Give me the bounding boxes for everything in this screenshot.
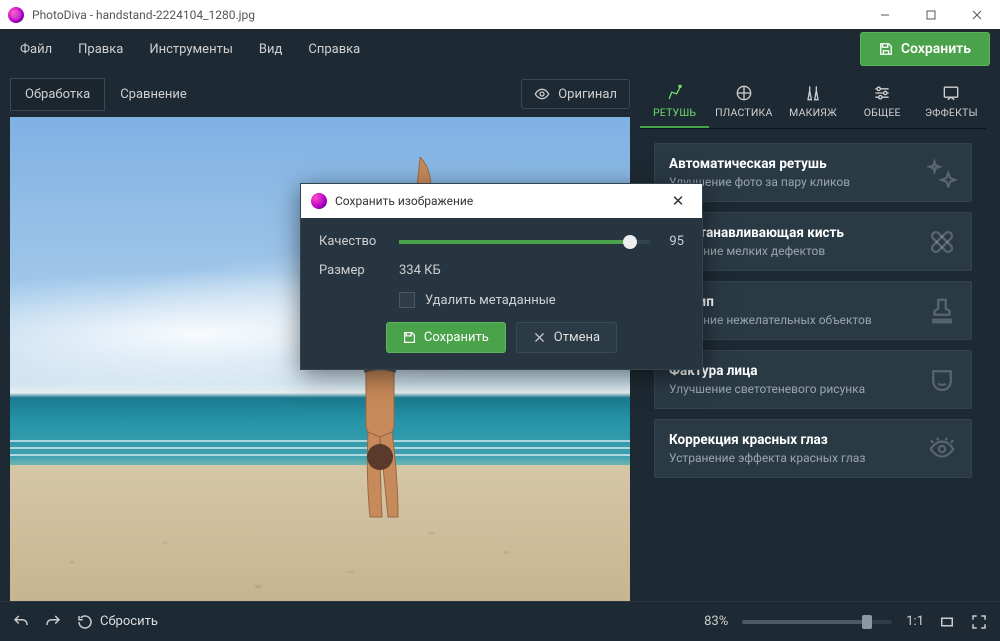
tooltab-makeup[interactable]: МАКИЯЖ <box>778 73 847 128</box>
card-subtitle: Удаление мелких дефектов <box>669 244 957 258</box>
dialog-save-label: Сохранить <box>424 330 489 345</box>
card-title: Автоматическая ретушь <box>669 156 957 172</box>
strip-metadata-label: Удалить метаданные <box>425 293 556 308</box>
titlebar: PhotoDiva - handstand-2224104_1280.jpg <box>0 0 1000 29</box>
retouch-icon <box>665 83 685 103</box>
card-title: Штамп <box>669 294 957 310</box>
card-subtitle: Улучшение светотеневого рисунка <box>669 382 957 396</box>
save-icon <box>403 331 416 344</box>
app-logo-icon <box>311 193 327 209</box>
zoom-one-to-one[interactable]: 1:1 <box>906 614 924 629</box>
card-subtitle: Улучшение фото за пару кликов <box>669 175 957 189</box>
menu-edit[interactable]: Правка <box>68 36 133 63</box>
save-button-label: Сохранить <box>901 41 971 57</box>
dialog-cancel-button[interactable]: Отмена <box>516 322 617 353</box>
fit-button[interactable] <box>938 613 956 631</box>
menu-help[interactable]: Справка <box>298 36 370 63</box>
zoom-percent: 83% <box>704 614 728 629</box>
redo-button[interactable] <box>44 613 62 631</box>
fit-icon <box>938 613 956 631</box>
eye-icon <box>534 86 550 102</box>
undo-button[interactable] <box>12 613 30 631</box>
fullscreen-icon <box>970 613 988 631</box>
tooltab-general[interactable]: ОБЩЕЕ <box>848 73 917 128</box>
view-tabs: Обработка Сравнение Оригинал <box>10 77 630 111</box>
original-toggle[interactable]: Оригинал <box>521 79 630 109</box>
fullscreen-button[interactable] <box>970 613 988 631</box>
sliders-icon <box>872 83 892 103</box>
tooltab-label: ПЛАСТИКА <box>715 106 772 119</box>
strip-metadata-checkbox[interactable] <box>399 292 415 308</box>
card-subtitle: Удаление нежелательных объектов <box>669 313 957 327</box>
close-icon <box>533 331 546 344</box>
save-button[interactable]: Сохранить <box>860 32 990 66</box>
effects-icon <box>941 83 961 103</box>
menu-file[interactable]: Файл <box>10 36 62 63</box>
statusbar: Сбросить 83% 1:1 <box>0 601 1000 641</box>
dialog-titlebar[interactable]: Сохранить изображение ✕ <box>301 184 702 218</box>
quality-label: Качество <box>319 234 399 249</box>
reset-icon <box>76 613 94 631</box>
tooltab-plastic[interactable]: ПЛАСТИКА <box>709 73 778 128</box>
save-dialog: Сохранить изображение ✕ Качество 95 Разм… <box>300 183 703 370</box>
undo-icon <box>12 613 30 631</box>
tooltab-effects[interactable]: ЭФФЕКТЫ <box>917 73 986 128</box>
tooltab-retouch[interactable]: РЕТУШЬ <box>640 73 709 128</box>
quality-value: 95 <box>650 234 684 249</box>
tab-process[interactable]: Обработка <box>10 78 105 111</box>
card-red-eye[interactable]: Коррекция красных глаз Устранение эффект… <box>654 419 972 478</box>
tooltab-label: ОБЩЕЕ <box>864 106 901 119</box>
plastic-icon <box>734 83 754 103</box>
bandage-icon <box>927 227 957 257</box>
save-icon <box>879 42 893 56</box>
dialog-title: Сохранить изображение <box>335 194 664 208</box>
size-label: Размер <box>319 263 399 278</box>
dialog-cancel-label: Отмена <box>554 330 600 345</box>
original-toggle-label: Оригинал <box>558 87 617 102</box>
tab-compare[interactable]: Сравнение <box>105 78 202 111</box>
app-logo-icon <box>8 7 24 23</box>
size-value: 334 КБ <box>399 263 441 278</box>
eye-lashes-icon <box>927 434 957 464</box>
window-title: PhotoDiva - handstand-2224104_1280.jpg <box>32 8 862 22</box>
tooltab-label: МАКИЯЖ <box>789 106 837 119</box>
menubar: Файл Правка Инструменты Вид Справка Сохр… <box>0 29 1000 69</box>
dialog-close-button[interactable]: ✕ <box>664 192 692 210</box>
mask-icon <box>927 365 957 395</box>
maximize-button[interactable] <box>908 0 954 29</box>
card-title: Восстанавливающая кисть <box>669 225 957 241</box>
makeup-icon <box>803 83 823 103</box>
card-subtitle: Устранение эффекта красных глаз <box>669 451 957 465</box>
tool-tabs: РЕТУШЬ ПЛАСТИКА МАКИЯЖ ОБЩЕЕ <box>640 73 986 129</box>
quality-slider[interactable] <box>399 240 650 244</box>
tooltab-label: ЭФФЕКТЫ <box>925 106 978 119</box>
dialog-save-button[interactable]: Сохранить <box>386 322 506 353</box>
close-button[interactable] <box>954 0 1000 29</box>
redo-icon <box>44 613 62 631</box>
stamp-icon <box>927 296 957 326</box>
tooltab-label: РЕТУШЬ <box>653 106 696 119</box>
menu-tools[interactable]: Инструменты <box>139 36 243 63</box>
menu-view[interactable]: Вид <box>249 36 292 63</box>
reset-button[interactable]: Сбросить <box>76 613 158 631</box>
zoom-slider[interactable] <box>742 620 892 624</box>
sparkle-icon <box>927 158 957 188</box>
card-title: Фактура лица <box>669 363 957 379</box>
reset-label: Сбросить <box>100 614 158 629</box>
card-title: Коррекция красных глаз <box>669 432 957 448</box>
minimize-button[interactable] <box>862 0 908 29</box>
